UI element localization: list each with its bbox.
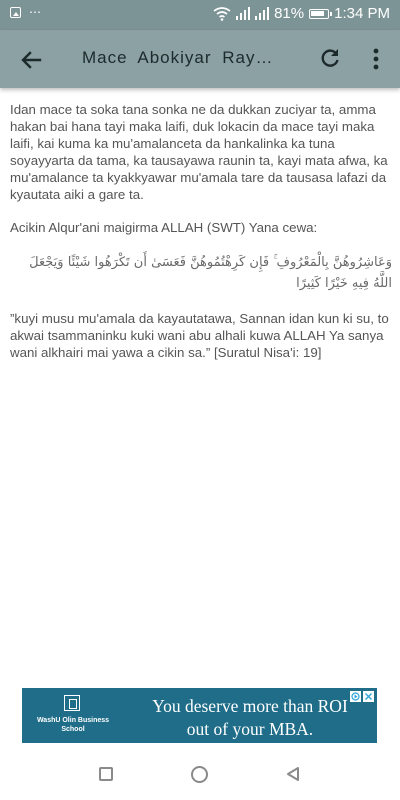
clock: 1:34 PM <box>334 5 390 22</box>
school-logo-icon <box>64 695 80 711</box>
wifi-icon <box>213 6 231 21</box>
ad-banner[interactable]: WashU Olin Business School You deserve m… <box>22 688 377 743</box>
battery-percent: 81% <box>274 5 305 22</box>
status-bar: ⋯ 81% 1:34 PM <box>0 0 400 30</box>
paragraph-3: ”kuyi musu mu'amala da kayautatawa, Sann… <box>10 311 389 360</box>
system-nav-bar <box>0 748 400 800</box>
paragraph-2: Acikin Alqur'ani maigirma ALLAH (SWT) Ya… <box>10 220 318 235</box>
refresh-icon[interactable] <box>318 46 342 70</box>
battery-icon <box>309 8 333 19</box>
more-dots-icon: ⋯ <box>29 5 42 19</box>
app-bar: Mace Abokiyar Ray… <box>0 30 400 88</box>
image-icon <box>10 6 21 18</box>
signal-icon <box>255 7 270 20</box>
ad-school-name: WashU Olin Business School <box>36 717 110 733</box>
paragraph-1: Idan mace ta soka tana sonka ne da dukka… <box>10 102 388 202</box>
ad-container: WashU Olin Business School You deserve m… <box>0 682 400 748</box>
more-vertical-icon[interactable] <box>364 46 388 72</box>
arabic-verse: وَعَاشِرُوهُنَّ بِالْمَعْرُوفِ ۚ فَإِن ك… <box>29 255 392 291</box>
home-circle-icon[interactable] <box>191 766 208 783</box>
arrow-back-icon[interactable] <box>18 46 46 74</box>
article-body: Idan mace ta soka tana sonka ne da dukka… <box>10 101 392 377</box>
status-left: ⋯ <box>10 6 42 18</box>
page-title: Mace Abokiyar Ray… <box>82 48 274 67</box>
signal-icon <box>236 7 251 20</box>
recents-square-icon[interactable] <box>99 767 113 781</box>
status-right: 81% 1:34 PM <box>213 5 390 22</box>
back-triangle-icon[interactable] <box>285 766 301 782</box>
adchoices-icon[interactable] <box>350 691 361 702</box>
ad-headline: You deserve more than ROI out of your MB… <box>152 696 348 739</box>
close-icon[interactable] <box>363 691 374 702</box>
